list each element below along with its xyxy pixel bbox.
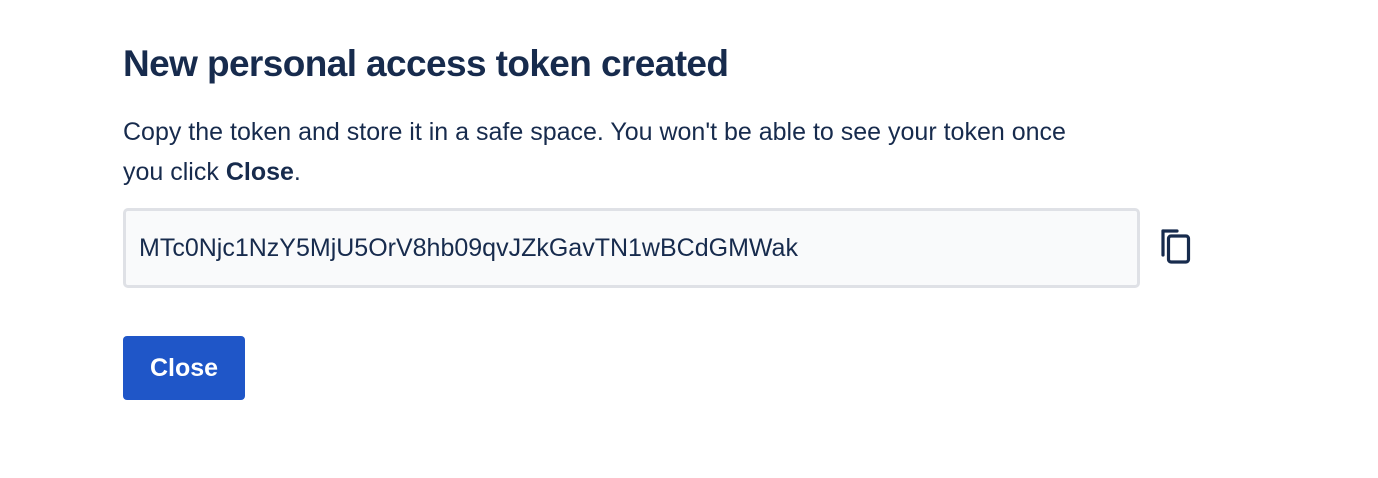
copy-button[interactable] <box>1153 224 1199 270</box>
dialog-description: Copy the token and store it in a safe sp… <box>123 112 1113 192</box>
token-field <box>123 208 1140 288</box>
copy-icon <box>1159 226 1193 269</box>
token-input[interactable] <box>126 211 1137 285</box>
description-emphasis: Close <box>225 158 294 186</box>
token-created-dialog: New personal access token created Copy t… <box>123 0 1263 478</box>
description-suffix: . <box>293 158 301 186</box>
close-button[interactable]: Close <box>123 336 245 400</box>
dialog-title: New personal access token created <box>123 43 729 84</box>
